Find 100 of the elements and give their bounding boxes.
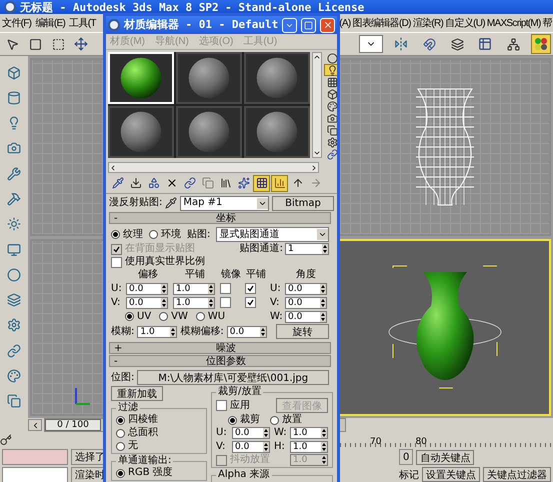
checker-icon xyxy=(326,76,337,88)
script-listener-field[interactable] xyxy=(2,449,68,465)
rotate-button[interactable]: 旋转 xyxy=(276,324,329,339)
dashed-square-icon xyxy=(52,38,64,50)
field-label: V: xyxy=(270,297,280,308)
radio-option[interactable]: 总面积 xyxy=(116,427,202,439)
menu-item[interactable]: 工具(T xyxy=(69,16,96,30)
layers-icon[interactable] xyxy=(7,293,21,308)
spinner-field[interactable]: 1 xyxy=(285,243,329,255)
spinner-field[interactable]: 1.0 xyxy=(173,282,215,294)
spinner-field[interactable]: 0.0 xyxy=(285,282,327,294)
menu-item[interactable]: 帮 xyxy=(542,16,552,30)
radio-option[interactable]: 裁剪 xyxy=(228,414,260,426)
radio-button[interactable] xyxy=(149,230,158,239)
reload-button[interactable]: 重新加载 xyxy=(111,386,163,401)
radio-button[interactable] xyxy=(116,428,125,438)
spinner-field[interactable]: 0.0 xyxy=(285,296,327,308)
copy-icon[interactable] xyxy=(7,394,21,408)
script-listener-field[interactable] xyxy=(2,467,68,482)
spinner-field[interactable]: 0.0 xyxy=(126,282,168,294)
spinner-field[interactable]: 0.0 xyxy=(226,326,267,338)
set-key-button[interactable]: 设置关键点 xyxy=(422,467,480,482)
close-button[interactable] xyxy=(320,18,335,32)
radio-button[interactable] xyxy=(116,442,125,450)
radio-option[interactable]: 四棱锥 xyxy=(116,414,202,426)
pipette-icon xyxy=(112,177,124,189)
radio-button[interactable] xyxy=(116,468,125,478)
camera-icon[interactable] xyxy=(7,141,21,156)
link-icon[interactable] xyxy=(7,344,21,358)
hammer-icon[interactable] xyxy=(7,192,21,206)
spinner-field[interactable]: 1.0 xyxy=(137,326,178,338)
circle-icon[interactable] xyxy=(7,268,21,282)
menu-item[interactable]: 图表编辑器(D) xyxy=(352,16,411,30)
palette-icon[interactable] xyxy=(7,369,21,384)
key-filters-button[interactable]: 关键点过滤器 xyxy=(483,467,551,482)
radio-button[interactable] xyxy=(228,416,237,424)
lightbulb-icon[interactable] xyxy=(7,116,21,130)
spinner-field[interactable]: 0.0 xyxy=(232,427,270,439)
spinner-field[interactable]: 0.0 xyxy=(232,441,270,453)
radio-option[interactable]: 无 xyxy=(116,440,202,452)
checkbox[interactable] xyxy=(245,297,256,308)
field-label: U: xyxy=(270,283,281,294)
menu-item[interactable]: (A) xyxy=(339,18,350,28)
mapping-dropdown[interactable]: 显式贴图通道 xyxy=(216,227,329,242)
toolbar-button[interactable] xyxy=(253,174,270,192)
radio-button[interactable] xyxy=(196,312,205,321)
map-name-field[interactable]: Map #1 xyxy=(180,196,269,210)
rollout-header[interactable]: - 坐标 xyxy=(109,212,331,224)
field-label: U: xyxy=(111,283,122,294)
map-type-button[interactable]: Bitmap xyxy=(272,196,334,210)
key-icon xyxy=(0,434,12,446)
radio-button[interactable] xyxy=(111,230,120,239)
checkbox[interactable]: 使用真实世界比例 xyxy=(111,256,329,268)
radio-button[interactable] xyxy=(159,312,168,321)
auto-key-button[interactable]: 自动关键点 xyxy=(416,450,474,464)
cube-icon[interactable] xyxy=(7,66,21,80)
lightbulb-icon xyxy=(326,64,337,76)
wrench-icon[interactable] xyxy=(7,166,21,181)
radio-button[interactable] xyxy=(116,416,125,424)
minimize-button[interactable] xyxy=(282,18,298,32)
menu-item[interactable]: 文件(F) xyxy=(2,16,32,30)
gear-icon[interactable] xyxy=(7,318,21,332)
monitor-icon[interactable] xyxy=(7,242,21,257)
maximize-button[interactable] xyxy=(301,18,316,32)
spinner-field[interactable]: 0.0 xyxy=(285,310,327,322)
checkbox[interactable]: 应用 xyxy=(216,400,250,412)
spinner-field[interactable]: 0.0 xyxy=(126,296,168,308)
toolbar-button[interactable] xyxy=(324,64,337,76)
checkbox[interactable] xyxy=(220,283,231,294)
radio-option[interactable]: 环境 xyxy=(149,228,181,240)
radio-button[interactable] xyxy=(125,312,134,321)
menu-item[interactable]: 渲染(R) xyxy=(412,16,444,30)
bitmap-path-button[interactable]: M:\人物素材库\可爱壁纸\001.jpg xyxy=(137,370,329,385)
chevron-down-icon xyxy=(313,149,321,157)
radio-option[interactable]: VW xyxy=(159,310,188,322)
radio-option[interactable]: RGB 强度 xyxy=(116,467,202,479)
radio-option[interactable]: 放置 xyxy=(270,414,302,426)
menu-item[interactable]: 自定义(U) xyxy=(445,16,485,30)
rollout-header[interactable]: - 位图参数 xyxy=(109,355,331,367)
radio-option[interactable]: WU xyxy=(196,310,226,322)
spinner-field[interactable]: 1.0 xyxy=(290,441,328,453)
scroll-left-button[interactable] xyxy=(28,419,42,431)
radio-button[interactable] xyxy=(270,416,279,424)
scrollbar[interactable] xyxy=(108,162,319,173)
checkbox[interactable] xyxy=(220,297,231,308)
dropdown-field[interactable] xyxy=(359,35,383,53)
checkbox[interactable] xyxy=(245,283,256,294)
sphere-drawing xyxy=(119,56,163,100)
radio-option[interactable]: 纹理 xyxy=(111,228,143,240)
spinner-field[interactable]: 1.0 xyxy=(173,296,215,308)
menu-item[interactable]: 编辑(E) xyxy=(35,16,66,30)
frame-field[interactable]: 0 xyxy=(399,449,414,465)
rollout-header[interactable]: + 噪波 xyxy=(109,342,331,354)
cylinder-icon[interactable] xyxy=(7,90,21,105)
sun-icon[interactable] xyxy=(7,217,21,232)
time-slider-thumb[interactable]: 0 / 100 xyxy=(45,419,101,431)
scrollbar[interactable] xyxy=(312,52,322,158)
spinner-field[interactable]: 1.0 xyxy=(290,427,328,439)
radio-option[interactable]: UV xyxy=(125,310,152,322)
menu-item[interactable]: MAXScript(M) xyxy=(486,18,541,28)
